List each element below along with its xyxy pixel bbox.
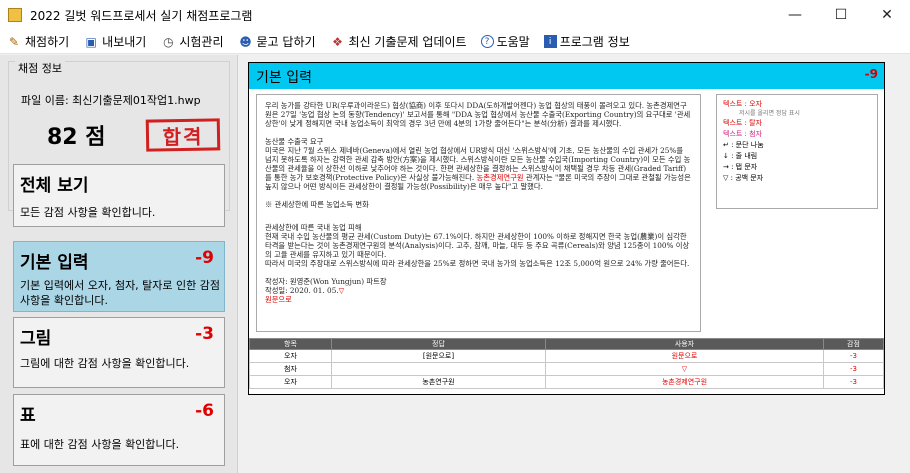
- column-header: 감점: [823, 338, 884, 350]
- doc-paragraph: 작성자: 원영준(Won Yungjun) 파트장 작성일: 2020. 01.…: [265, 277, 387, 304]
- gift-icon: ❖: [332, 34, 343, 49]
- table-row[interactable]: 오자 농촌연구원 농촌경제연구원 -3: [249, 375, 884, 389]
- app-icon: [8, 8, 22, 22]
- pass-stamp: 합격: [145, 118, 221, 152]
- penalty-table: 항목 정답 사용자 감점 오자 [원문으로] 원문으로 -3 첨자 ▽ -3 오…: [249, 338, 884, 389]
- menu-about[interactable]: i 프로그램 정보: [543, 33, 630, 50]
- card-overview[interactable]: 전체 보기 모든 감점 사항을 확인합니다.: [13, 164, 225, 227]
- error-highlight: 농촌경제연구원: [476, 173, 524, 182]
- error-highlight: 원문으로: [265, 295, 292, 304]
- doc-paragraph: ※ 관세상한에 따른 농업소득 변화: [265, 200, 369, 209]
- legend-item: 텍스트 : 탈자: [723, 119, 763, 127]
- score-value: 82 점: [47, 125, 106, 150]
- card-penalty: -9: [195, 248, 214, 268]
- panel-title: 기본 입력: [256, 70, 312, 86]
- table-row[interactable]: 첨자 ▽ -3: [249, 362, 884, 376]
- column-header: 사용자: [545, 338, 824, 350]
- document-preview[interactable]: 우리 농가를 강타한 UR(우루과이라운드) 협상(協商) 이후 또다시 DDA…: [256, 94, 701, 332]
- card-table[interactable]: 표 -6 표에 대한 감점 사항을 확인합니다.: [13, 394, 225, 466]
- file-name-label: 파일 이름: 최신기출문제01작업1.hwp: [21, 94, 201, 107]
- panel-header: 기본 입력 -9: [249, 63, 884, 89]
- legend-item: 텍스트 : 첨자: [723, 130, 763, 138]
- menu-exam-manage[interactable]: ◷ 시험관리: [160, 33, 223, 50]
- people-icon: ☻: [239, 34, 252, 49]
- pencil-icon: ✎: [8, 34, 20, 49]
- menu-qna[interactable]: ☻ 묻고 답하기: [238, 33, 315, 50]
- sidebar: 채점 정보 파일 이름: 최신기출문제01작업1.hwp 82 점 합격 전체 …: [0, 55, 238, 473]
- card-title: 표: [20, 406, 36, 426]
- detail-panel: 기본 입력 -9 우리 농가를 강타한 UR(우루과이라운드) 협상(協商) 이…: [248, 62, 885, 395]
- menu-bar: ✎ 채점하기 ▣ 내보내기 ◷ 시험관리 ☻ 묻고 답하기 ❖ 최신 기출문제 업데이트 …: [0, 30, 910, 54]
- card-image[interactable]: 그림 -3 그림에 대한 감점 사항을 확인합니다.: [13, 317, 225, 388]
- error-highlight: ▽: [338, 286, 345, 295]
- card-title: 그림: [20, 329, 52, 349]
- table-header-row: 항목 정답 사용자 감점: [249, 338, 884, 350]
- info-icon: i: [543, 35, 557, 48]
- card-basic-input[interactable]: 기본 입력 -9 기본 입력에서 오자, 첨자, 탈자로 인한 감점 사항을 확…: [13, 241, 225, 312]
- card-description: 기본 입력에서 오자, 첨자, 탈자로 인한 감점 사항을 확인합니다.: [20, 279, 221, 307]
- card-penalty: -3: [195, 324, 214, 344]
- card-description: 모든 감점 사항을 확인합니다.: [20, 206, 156, 219]
- menu-update[interactable]: ❖ 최신 기출문제 업데이트: [330, 33, 466, 50]
- card-penalty: -6: [195, 401, 214, 421]
- legend-item: 텍스트 : 오자: [723, 100, 763, 108]
- score-info-legend: 채점 정보: [15, 60, 65, 76]
- legend-box: 텍스트 : 오자 저시를 올리면 정답 표시 텍스트 : 탈자 텍스트 : 첨자…: [716, 94, 878, 209]
- column-header: 정답: [331, 338, 546, 350]
- menu-help[interactable]: ? 도움말: [480, 33, 530, 50]
- doc-paragraph: 우리 농가를 강타한 UR(우루과이라운드) 협상(協商) 이후 또다시 DDA…: [265, 101, 691, 128]
- menu-export[interactable]: ▣ 내보내기: [83, 33, 147, 50]
- doc-paragraph: 농산물 수출국 요구 미국은 지난 7월 스위스 제네바(Geneva)에서 열…: [265, 137, 691, 191]
- title-bar: 2022 길벗 워드프로세서 실기 채점프로그램 — ☐ ✕: [0, 0, 910, 30]
- card-description: 표에 대한 감점 사항을 확인합니다.: [20, 438, 180, 451]
- save-icon: ▣: [85, 34, 97, 49]
- help-icon: ?: [480, 35, 494, 48]
- legend-item: ▽ : 공백 문자: [723, 174, 764, 182]
- window-controls: — ☐ ✕: [772, 0, 910, 30]
- card-description: 그림에 대한 감점 사항을 확인합니다.: [20, 357, 190, 370]
- legend-item: ↓ : 줄 내림: [723, 152, 758, 160]
- maximize-icon[interactable]: ☐: [818, 0, 864, 30]
- legend-item: ↵ : 문단 나눔: [723, 141, 764, 149]
- column-header: 항목: [249, 338, 332, 350]
- panel-penalty: -9: [864, 67, 878, 81]
- close-icon[interactable]: ✕: [864, 0, 910, 30]
- card-title: 전체 보기: [20, 176, 89, 196]
- card-title: 기본 입력: [20, 253, 89, 273]
- table-row[interactable]: 오자 [원문으로] 원문으로 -3: [249, 349, 884, 363]
- legend-item: → : 탭 문자: [723, 163, 758, 171]
- timer-icon: ◷: [163, 34, 174, 49]
- legend-note: 저시를 올리면 정답 표시: [739, 110, 800, 117]
- doc-paragraph: 관세상한에 따른 국내 농업 피해 현재 국내 수입 농산물의 평균 관세(Cu…: [265, 223, 690, 268]
- window-title: 2022 길벗 워드프로세서 실기 채점프로그램: [30, 8, 253, 23]
- minimize-icon[interactable]: —: [772, 0, 818, 30]
- menu-grade[interactable]: ✎ 채점하기: [6, 33, 69, 50]
